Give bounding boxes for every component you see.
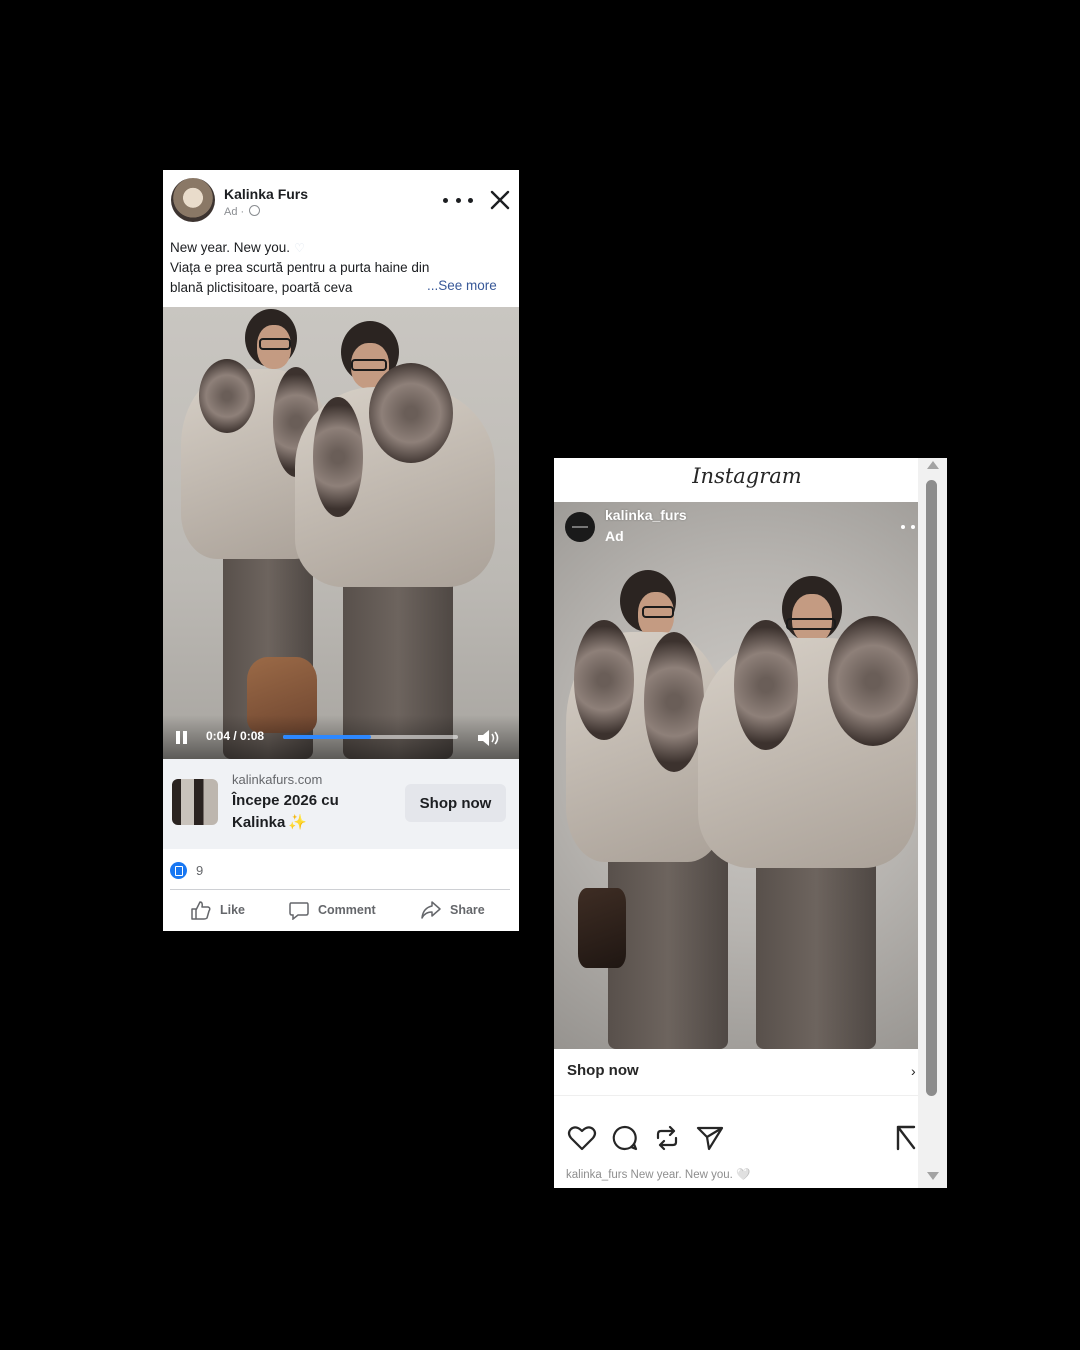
shop-now-bar[interactable]: Shop now › bbox=[554, 1049, 918, 1096]
sponsored-text: Ad · bbox=[224, 206, 245, 218]
shop-now-button[interactable]: Shop now bbox=[405, 784, 506, 822]
scroll-down-arrow-icon[interactable] bbox=[927, 1172, 939, 1180]
sparkle-emoji-icon: ✨ bbox=[288, 814, 308, 831]
divider bbox=[170, 889, 510, 890]
like-label: Like bbox=[220, 903, 246, 917]
comment-button[interactable]: Comment bbox=[288, 898, 376, 922]
post-caption: kalinka_furs New year. New you. 🤍 bbox=[566, 1169, 751, 1181]
scrollbar-thumb[interactable] bbox=[926, 480, 937, 1096]
link-thumbnail bbox=[172, 779, 218, 825]
model-figure bbox=[694, 572, 918, 1049]
send-icon[interactable] bbox=[695, 1124, 725, 1152]
thumbs-up-icon bbox=[191, 901, 211, 920]
model-figure bbox=[283, 307, 503, 759]
pause-icon[interactable] bbox=[176, 731, 188, 744]
chevron-right-icon: › bbox=[911, 1063, 916, 1079]
heart-emoji-icon: ♡ bbox=[294, 241, 305, 255]
caption-line: Viața e prea scurtă pentru a purta haine… bbox=[170, 260, 430, 275]
repost-icon[interactable] bbox=[653, 1124, 681, 1152]
see-more-link[interactable]: ...See more bbox=[427, 278, 497, 293]
like-button[interactable]: Like bbox=[190, 898, 245, 922]
profile-avatar[interactable] bbox=[565, 512, 595, 542]
more-options-icon[interactable] bbox=[443, 187, 473, 213]
instagram-top-bar: Instagram bbox=[554, 458, 918, 503]
sponsored-label: Ad · bbox=[224, 205, 261, 218]
video-time: 0:04 / 0:08 bbox=[206, 729, 265, 743]
bookmark-icon[interactable] bbox=[894, 1124, 918, 1152]
facebook-ad-card: Kalinka Furs Ad · New year. New you. ♡ Vi… bbox=[163, 170, 519, 931]
instagram-logo: Instagram bbox=[692, 464, 802, 488]
shop-now-label: Shop now bbox=[567, 1062, 639, 1079]
headline-text: Începe 2026 cu Kalinka bbox=[232, 792, 339, 831]
caption-line: New year. New you. bbox=[170, 240, 291, 255]
video-controls: 0:04 / 0:08 bbox=[163, 715, 519, 759]
reaction-summary[interactable]: 9 bbox=[170, 860, 203, 880]
heart-icon[interactable] bbox=[567, 1124, 597, 1152]
share-icon bbox=[421, 901, 441, 919]
page-avatar[interactable] bbox=[171, 178, 215, 222]
volume-icon[interactable] bbox=[476, 729, 502, 747]
post-actions bbox=[554, 1124, 918, 1156]
more-options-icon[interactable] bbox=[901, 525, 915, 529]
comment-label: Comment bbox=[318, 903, 376, 917]
like-reaction-icon bbox=[170, 861, 187, 879]
link-domain: kalinkafurs.com bbox=[232, 772, 323, 787]
video-scrubber[interactable] bbox=[283, 735, 458, 739]
comment-icon bbox=[289, 902, 309, 920]
username[interactable]: kalinka_furs bbox=[605, 507, 687, 523]
scrollbar[interactable] bbox=[918, 458, 947, 1188]
link-headline: Începe 2026 cu Kalinka ✨ bbox=[232, 790, 372, 834]
video-progress bbox=[283, 735, 371, 739]
share-button[interactable]: Share bbox=[420, 898, 485, 922]
instagram-ad-card: Instagram kalinka_furs Ad Shop now › kal… bbox=[554, 458, 947, 1188]
ad-video[interactable] bbox=[163, 307, 519, 759]
post-header: Kalinka Furs Ad · bbox=[163, 170, 519, 230]
globe-icon bbox=[249, 205, 261, 216]
cta-bar[interactable]: kalinkafurs.com Începe 2026 cu Kalinka ✨ … bbox=[163, 759, 519, 849]
share-label: Share bbox=[450, 903, 485, 917]
close-icon[interactable] bbox=[488, 188, 512, 212]
sponsored-label: Ad bbox=[605, 528, 624, 544]
comment-icon[interactable] bbox=[611, 1124, 639, 1152]
ad-image[interactable]: kalinka_furs Ad bbox=[554, 502, 918, 1049]
page-name[interactable]: Kalinka Furs bbox=[224, 186, 308, 202]
scroll-up-arrow-icon[interactable] bbox=[927, 461, 939, 469]
reaction-count: 9 bbox=[196, 862, 204, 878]
